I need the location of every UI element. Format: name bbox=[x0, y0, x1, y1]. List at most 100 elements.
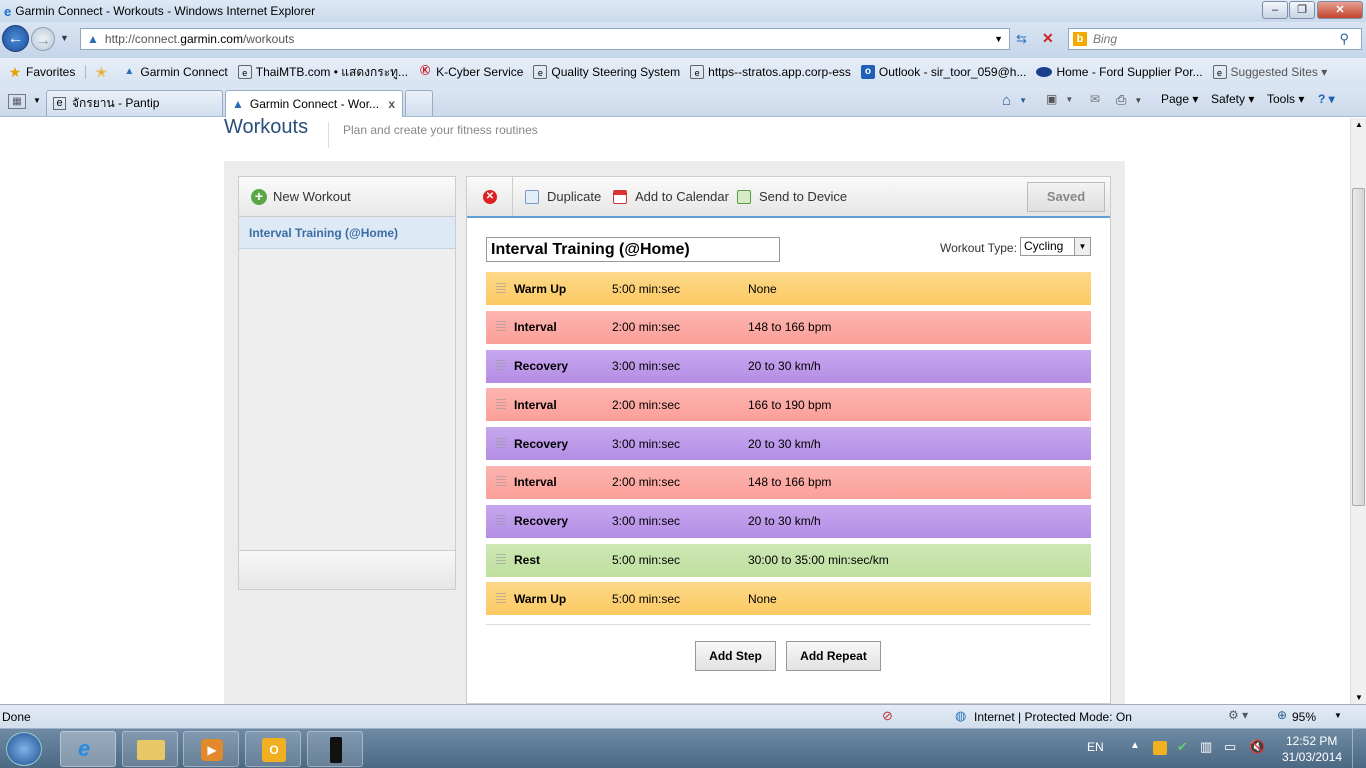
drag-handle-icon[interactable] bbox=[496, 437, 506, 450]
tray-network-icon[interactable]: ▭ bbox=[1224, 739, 1236, 755]
privacy-report-icon[interactable]: ⊘ bbox=[882, 708, 893, 724]
workout-step-row[interactable]: Interval 2:00 min:sec 166 to 190 bpm bbox=[486, 388, 1091, 422]
new-workout-button[interactable]: + New Workout bbox=[239, 177, 455, 217]
saved-button[interactable]: Saved bbox=[1027, 182, 1105, 212]
toolbar-divider bbox=[512, 177, 513, 216]
close-window-button[interactable]: ✕ bbox=[1317, 1, 1363, 19]
favorite-link-stratos[interactable]: e https--stratos.app.corp-ess bbox=[690, 65, 851, 79]
forward-button[interactable]: → bbox=[31, 27, 55, 51]
drag-handle-icon[interactable] bbox=[496, 321, 506, 334]
url-field[interactable]: ▲ http://connect.garmin.com/workouts ▼ bbox=[80, 28, 1010, 50]
workout-step-row[interactable]: Recovery 3:00 min:sec 20 to 30 km/h bbox=[486, 349, 1091, 383]
tab-garmin-workouts[interactable]: ▲ Garmin Connect - Wor... x bbox=[225, 90, 403, 117]
add-step-button[interactable]: Add Step bbox=[695, 641, 776, 671]
drag-handle-icon[interactable] bbox=[496, 360, 506, 373]
maximize-button[interactable]: ❐ bbox=[1289, 1, 1315, 19]
stop-icon[interactable]: ✕ bbox=[1042, 30, 1054, 47]
recent-pages-dropdown-icon[interactable]: ▼ bbox=[60, 33, 69, 43]
safety-menu[interactable]: Safety ▾ bbox=[1211, 92, 1254, 106]
add-repeat-button[interactable]: Add Repeat bbox=[786, 641, 881, 671]
feeds-icon[interactable]: ▣ ▼ bbox=[1046, 92, 1073, 106]
step-duration: 5:00 min:sec bbox=[612, 281, 681, 296]
minimize-button[interactable]: – bbox=[1262, 1, 1288, 19]
add-ons-icon[interactable]: ⚙ ▾ bbox=[1228, 708, 1248, 722]
drag-handle-icon[interactable] bbox=[496, 515, 506, 528]
drag-handle-icon[interactable] bbox=[496, 476, 506, 489]
language-indicator[interactable]: EN bbox=[1087, 740, 1104, 754]
step-target: 20 to 30 km/h bbox=[748, 359, 821, 374]
taskbar-ie[interactable]: e bbox=[60, 731, 116, 767]
workout-step-row[interactable]: Warm Up 5:00 min:sec None bbox=[486, 272, 1091, 305]
taskbar-device[interactable] bbox=[307, 731, 363, 767]
window-title: Garmin Connect - Workouts - Windows Inte… bbox=[15, 4, 316, 18]
chevron-down-icon: ▼ bbox=[1074, 238, 1090, 255]
new-tab-button[interactable] bbox=[405, 90, 433, 116]
scroll-down-icon[interactable]: ▼ bbox=[1355, 693, 1363, 702]
start-button[interactable] bbox=[6, 732, 42, 766]
delete-icon[interactable]: ✕ bbox=[483, 190, 497, 204]
workout-step-row[interactable]: Interval 2:00 min:sec 148 to 166 bpm bbox=[486, 465, 1091, 499]
favorites-button[interactable]: ★ Favorites bbox=[8, 65, 76, 79]
favorite-link-garmin[interactable]: ▲ Garmin Connect bbox=[122, 65, 227, 79]
favorite-link-kcyber[interactable]: Ⓚ K-Cyber Service bbox=[418, 65, 523, 79]
drag-handle-icon[interactable] bbox=[496, 554, 506, 567]
tray-office-icon[interactable] bbox=[1153, 741, 1167, 755]
favorite-link-ford[interactable]: Home - Ford Supplier Por... bbox=[1036, 65, 1203, 79]
add-to-favorites-bar-button[interactable]: ✭ bbox=[85, 65, 112, 79]
taskbar-outlook[interactable]: O bbox=[245, 731, 301, 767]
clock-time[interactable]: 12:52 PM bbox=[1286, 734, 1337, 748]
favorite-link-quality[interactable]: e Quality Steering System bbox=[533, 65, 680, 79]
drag-handle-icon[interactable] bbox=[496, 592, 506, 605]
quick-tabs-icon[interactable]: ▦ bbox=[8, 94, 26, 109]
show-hidden-icons-icon[interactable]: ▲ bbox=[1130, 740, 1140, 751]
search-icon[interactable]: ⚲ bbox=[1339, 31, 1349, 47]
show-desktop-button[interactable] bbox=[1352, 729, 1366, 768]
tray-security-icon[interactable]: ✔ bbox=[1177, 739, 1188, 755]
tab-pantip[interactable]: e จักรยาน - Pantip bbox=[46, 90, 223, 116]
globe-icon: ◍ bbox=[955, 708, 967, 723]
close-tab-icon[interactable]: x bbox=[388, 97, 395, 111]
page-menu[interactable]: Page ▾ bbox=[1161, 92, 1198, 106]
workout-step-row[interactable]: Rest 5:00 min:sec 30:00 to 35:00 min:sec/k… bbox=[486, 543, 1091, 577]
workout-step-row[interactable]: Warm Up 5:00 min:sec None bbox=[486, 582, 1091, 616]
drag-handle-icon[interactable] bbox=[496, 282, 506, 295]
tab-list-dropdown-icon[interactable]: ▼ bbox=[33, 96, 41, 105]
tray-device-icon[interactable]: ▥ bbox=[1200, 739, 1212, 755]
taskbar-explorer[interactable] bbox=[122, 731, 178, 767]
read-mail-icon[interactable]: ✉ bbox=[1090, 92, 1100, 106]
workout-name-input[interactable]: Interval Training (@Home) bbox=[486, 237, 780, 262]
scroll-up-icon[interactable]: ▲ bbox=[1355, 120, 1363, 129]
send-to-device-button[interactable]: Send to Device bbox=[737, 189, 847, 204]
favorite-link-suggested[interactable]: e Suggested Sites ▾ bbox=[1212, 65, 1327, 79]
workout-type-select[interactable]: Cycling ▼ bbox=[1020, 237, 1091, 256]
workout-step-row[interactable]: Recovery 3:00 min:sec 20 to 30 km/h bbox=[486, 504, 1091, 538]
url-dropdown-icon[interactable]: ▼ bbox=[994, 34, 1003, 44]
scrollbar-thumb[interactable] bbox=[1352, 188, 1365, 506]
duplicate-button[interactable]: Duplicate bbox=[525, 189, 601, 204]
vertical-scrollbar[interactable]: ▲ ▼ bbox=[1350, 118, 1366, 704]
favorite-link-thaimtb[interactable]: e ThaiMTB.com • แสดงกระทู... bbox=[237, 63, 408, 82]
search-field[interactable]: b Bing ⚲ bbox=[1068, 28, 1362, 50]
calendar-icon bbox=[613, 189, 627, 204]
favorite-link-outlook[interactable]: o Outlook - sir_toor_059@h... bbox=[860, 65, 1026, 79]
zoom-dropdown-icon[interactable]: ▼ bbox=[1334, 711, 1342, 720]
refresh-icon[interactable]: ⇆ bbox=[1016, 31, 1027, 47]
back-button[interactable]: ← bbox=[2, 25, 29, 52]
add-to-calendar-button[interactable]: Add to Calendar bbox=[613, 189, 729, 204]
drag-handle-icon[interactable] bbox=[496, 398, 506, 411]
step-duration: 3:00 min:sec bbox=[612, 514, 681, 529]
print-icon[interactable]: ⎙ ▼ bbox=[1116, 92, 1142, 108]
tray-volume-icon[interactable]: 🔇 bbox=[1249, 739, 1265, 755]
workout-step-row[interactable]: Interval 2:00 min:sec 148 to 166 bpm bbox=[486, 310, 1091, 344]
help-menu[interactable]: ? ▾ bbox=[1318, 92, 1335, 106]
workout-toolbar: ✕ Duplicate Add to Calendar Send to Devi… bbox=[467, 177, 1110, 218]
home-icon[interactable]: ⌂ ▼ bbox=[1002, 92, 1027, 109]
tools-menu[interactable]: Tools ▾ bbox=[1267, 92, 1304, 106]
taskbar-media-player[interactable]: ▶ bbox=[183, 731, 239, 767]
zoom-icon[interactable]: ⊕ bbox=[1277, 708, 1287, 722]
workout-step-row[interactable]: Recovery 3:00 min:sec 20 to 30 km/h bbox=[486, 427, 1091, 461]
zoom-level[interactable]: 95% bbox=[1292, 710, 1316, 724]
workout-list-item[interactable]: Interval Training (@Home) bbox=[239, 217, 455, 249]
clock-date[interactable]: 31/03/2014 bbox=[1282, 750, 1342, 764]
folder-icon bbox=[137, 740, 165, 760]
